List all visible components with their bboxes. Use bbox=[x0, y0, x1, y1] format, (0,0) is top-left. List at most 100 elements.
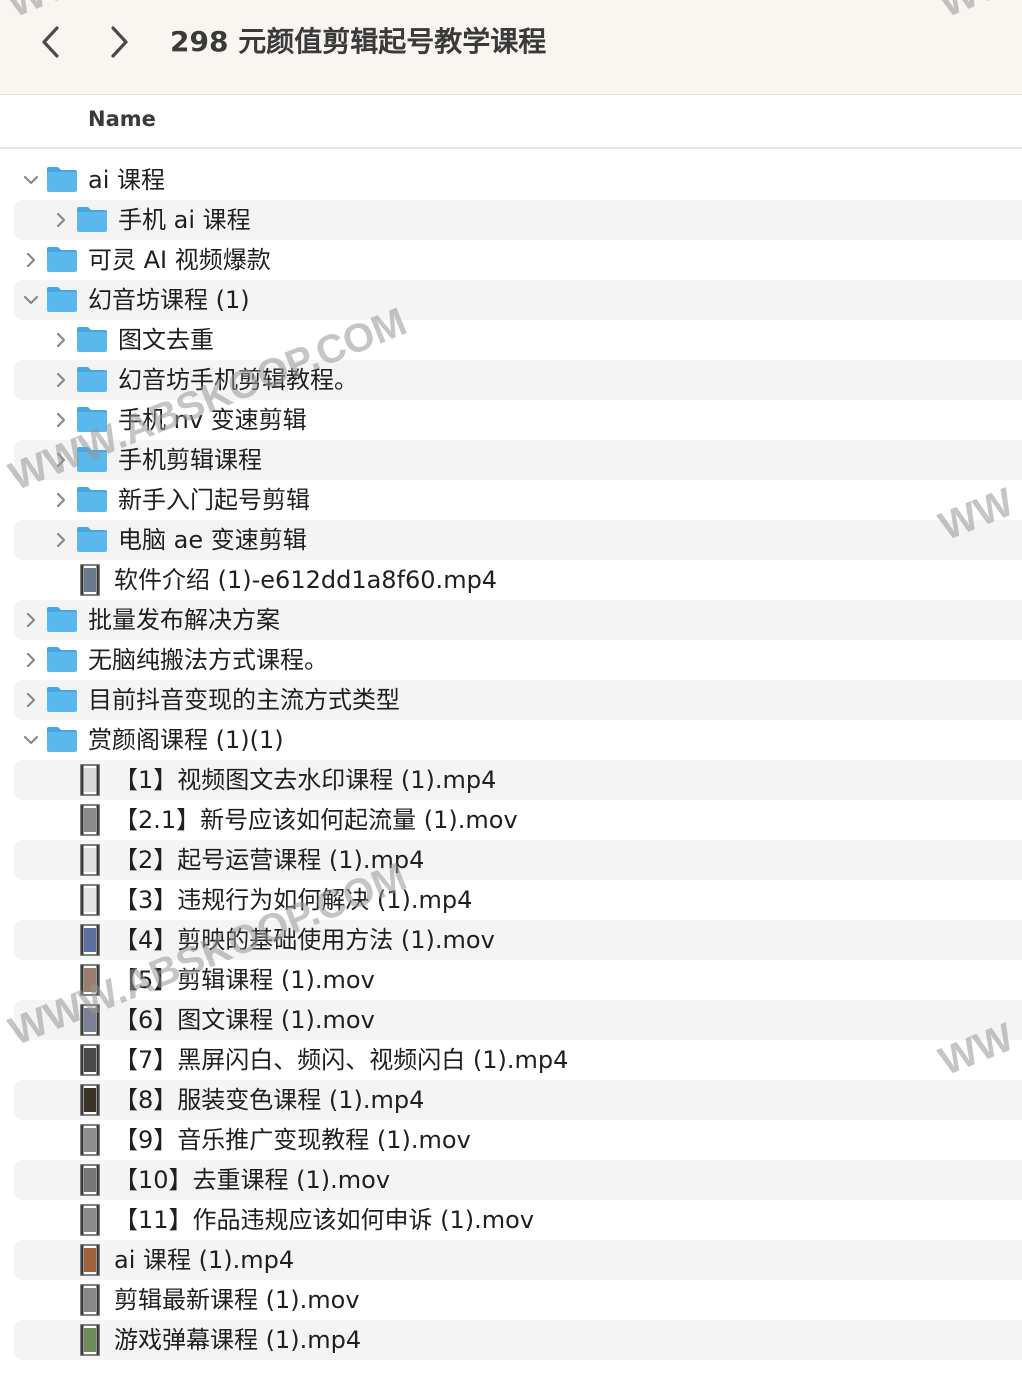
folder-icon bbox=[46, 246, 78, 273]
disclosure-toggle[interactable] bbox=[49, 488, 73, 512]
list-item[interactable]: 电脑 ae 变速剪辑 bbox=[14, 520, 1022, 560]
list-item[interactable]: 【4】剪映的基础使用方法 (1).mov bbox=[14, 920, 1022, 960]
item-label: 【8】服装变色课程 (1).mp4 bbox=[114, 1086, 425, 1114]
folder-icon bbox=[76, 206, 108, 233]
chevron-down-icon bbox=[23, 175, 39, 185]
disclosure-toggle[interactable] bbox=[49, 208, 73, 232]
folder-icon bbox=[76, 406, 108, 433]
list-item[interactable]: 软件介绍 (1)-e612dd1a8f60.mp4 bbox=[14, 560, 1022, 600]
folder-icon bbox=[46, 726, 78, 753]
folder-icon bbox=[76, 486, 108, 513]
list-item[interactable]: 图文去重 bbox=[14, 320, 1022, 360]
item-label: 目前抖音变现的主流方式类型 bbox=[88, 686, 400, 714]
chevron-right-icon bbox=[56, 532, 66, 548]
list-item[interactable]: ai 课程 (1).mp4 bbox=[14, 1240, 1022, 1280]
list-item[interactable]: 【2】起号运营课程 (1).mp4 bbox=[14, 840, 1022, 880]
list-item[interactable]: 【7】黑屏闪白、频闪、视频闪白 (1).mp4 bbox=[14, 1040, 1022, 1080]
item-label: 游戏弹幕课程 (1).mp4 bbox=[114, 1326, 362, 1354]
list-item[interactable]: 可灵 AI 视频爆款 bbox=[14, 240, 1022, 280]
item-label: 【9】音乐推广变现教程 (1).mov bbox=[114, 1126, 471, 1154]
back-button[interactable] bbox=[30, 22, 70, 62]
folder-icon bbox=[46, 166, 78, 193]
list-item[interactable]: 【2.1】新号应该如何起流量 (1).mov bbox=[14, 800, 1022, 840]
video-file-icon bbox=[80, 924, 100, 956]
list-item[interactable]: 【9】音乐推广变现教程 (1).mov bbox=[14, 1120, 1022, 1160]
list-item[interactable]: 游戏弹幕课程 (1).mp4 bbox=[14, 1320, 1022, 1360]
item-label: ai 课程 bbox=[88, 166, 166, 194]
video-file-icon bbox=[80, 1164, 100, 1196]
item-label: 手机 nv 变速剪辑 bbox=[118, 406, 307, 434]
item-label: 可灵 AI 视频爆款 bbox=[88, 246, 271, 274]
folder-icon bbox=[46, 686, 78, 713]
disclosure-toggle[interactable] bbox=[49, 368, 73, 392]
list-item[interactable]: 幻音坊课程 (1) bbox=[14, 280, 1022, 320]
toolbar: 298 元颜值剪辑起号教学课程 bbox=[0, 0, 1022, 95]
list-item[interactable]: 【6】图文课程 (1).mov bbox=[14, 1000, 1022, 1040]
forward-button[interactable] bbox=[100, 22, 140, 62]
video-file-icon bbox=[80, 804, 100, 836]
chevron-right-icon bbox=[26, 652, 36, 668]
list-item[interactable]: 【3】违规行为如何解决 (1).mp4 bbox=[14, 880, 1022, 920]
disclosure-toggle[interactable] bbox=[19, 688, 43, 712]
list-item[interactable]: 目前抖音变现的主流方式类型 bbox=[14, 680, 1022, 720]
column-header: Name bbox=[0, 95, 1022, 149]
chevron-right-icon bbox=[26, 612, 36, 628]
list-item[interactable]: 新手入门起号剪辑 bbox=[14, 480, 1022, 520]
chevron-right-icon bbox=[56, 372, 66, 388]
video-file-icon bbox=[80, 1244, 100, 1276]
video-file-icon bbox=[80, 764, 100, 796]
disclosure-toggle[interactable] bbox=[19, 608, 43, 632]
video-file-icon bbox=[80, 1324, 100, 1356]
video-file-icon bbox=[80, 1004, 100, 1036]
chevron-right-icon bbox=[56, 452, 66, 468]
item-label: 【4】剪映的基础使用方法 (1).mov bbox=[114, 926, 495, 954]
list-item[interactable]: ai 课程 bbox=[14, 160, 1022, 200]
list-item[interactable]: 【10】去重课程 (1).mov bbox=[14, 1160, 1022, 1200]
item-label: 【11】作品违规应该如何申诉 (1).mov bbox=[114, 1206, 535, 1234]
window-title: 298 元颜值剪辑起号教学课程 bbox=[170, 25, 547, 58]
list-item[interactable]: 手机剪辑课程 bbox=[14, 440, 1022, 480]
disclosure-toggle[interactable] bbox=[19, 288, 43, 312]
video-file-icon bbox=[80, 964, 100, 996]
list-item[interactable]: 赏颜阁课程 (1)(1) bbox=[14, 720, 1022, 760]
list-item[interactable]: 无脑纯搬法方式课程。 bbox=[14, 640, 1022, 680]
video-file-icon bbox=[80, 1284, 100, 1316]
video-file-icon bbox=[80, 884, 100, 916]
item-label: 【7】黑屏闪白、频闪、视频闪白 (1).mp4 bbox=[114, 1046, 569, 1074]
item-label: 【2】起号运营课程 (1).mp4 bbox=[114, 846, 425, 874]
list-item[interactable]: 幻音坊手机剪辑教程。 bbox=[14, 360, 1022, 400]
folder-icon bbox=[76, 366, 108, 393]
item-label: 电脑 ae 变速剪辑 bbox=[118, 526, 307, 554]
chevron-right-icon bbox=[56, 412, 66, 428]
disclosure-toggle[interactable] bbox=[49, 528, 73, 552]
disclosure-toggle[interactable] bbox=[49, 448, 73, 472]
chevron-left-icon bbox=[42, 26, 59, 58]
list-item[interactable]: 剪辑最新课程 (1).mov bbox=[14, 1280, 1022, 1320]
item-label: 【10】去重课程 (1).mov bbox=[114, 1166, 391, 1194]
folder-icon bbox=[46, 606, 78, 633]
list-item[interactable]: 【11】作品违规应该如何申诉 (1).mov bbox=[14, 1200, 1022, 1240]
disclosure-toggle[interactable] bbox=[19, 248, 43, 272]
item-label: 新手入门起号剪辑 bbox=[118, 486, 310, 514]
video-file-icon bbox=[80, 844, 100, 876]
item-label: 批量发布解决方案 bbox=[88, 606, 280, 634]
item-label: 【1】视频图文去水印课程 (1).mp4 bbox=[114, 766, 497, 794]
disclosure-toggle[interactable] bbox=[19, 728, 43, 752]
disclosure-toggle[interactable] bbox=[19, 168, 43, 192]
chevron-down-icon bbox=[23, 295, 39, 305]
disclosure-toggle[interactable] bbox=[19, 648, 43, 672]
video-file-icon bbox=[80, 564, 100, 596]
disclosure-toggle[interactable] bbox=[49, 408, 73, 432]
disclosure-toggle[interactable] bbox=[49, 328, 73, 352]
column-name-header[interactable]: Name bbox=[88, 107, 156, 131]
list-item[interactable]: 手机 nv 变速剪辑 bbox=[14, 400, 1022, 440]
folder-icon bbox=[76, 326, 108, 353]
video-file-icon bbox=[80, 1204, 100, 1236]
list-item[interactable]: 【1】视频图文去水印课程 (1).mp4 bbox=[14, 760, 1022, 800]
list-item[interactable]: 【8】服装变色课程 (1).mp4 bbox=[14, 1080, 1022, 1120]
video-file-icon bbox=[80, 1044, 100, 1076]
list-item[interactable]: 【5】剪辑课程 (1).mov bbox=[14, 960, 1022, 1000]
list-item[interactable]: 手机 ai 课程 bbox=[14, 200, 1022, 240]
list-item[interactable]: 批量发布解决方案 bbox=[14, 600, 1022, 640]
video-file-icon bbox=[80, 1084, 100, 1116]
